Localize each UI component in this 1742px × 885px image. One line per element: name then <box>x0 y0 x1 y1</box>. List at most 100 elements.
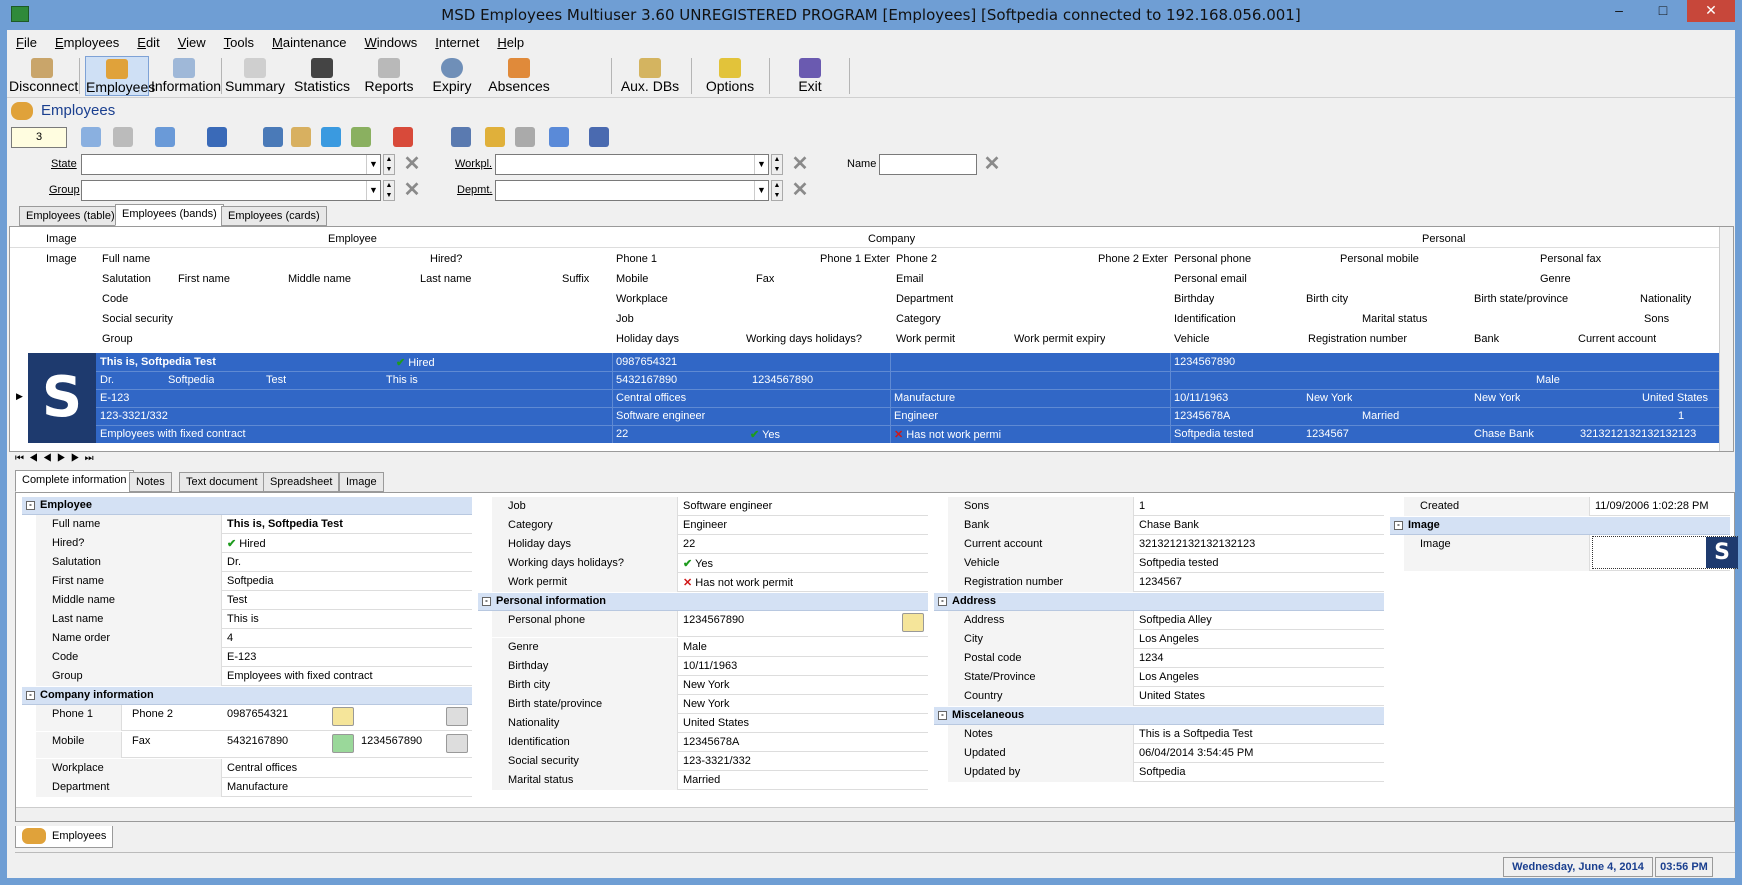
search-icon[interactable] <box>549 127 569 147</box>
information-button[interactable]: Information <box>151 56 221 96</box>
col-work-permit[interactable]: Work permit <box>896 333 955 345</box>
prop-vehicle[interactable]: Vehicle Softpedia tested <box>948 554 1384 573</box>
menu-internet[interactable]: Internet <box>426 30 488 55</box>
depmt-select[interactable]: ▼ <box>495 180 769 201</box>
prop-birth-state[interactable]: Birth state/province New York <box>492 695 928 714</box>
fax-icon[interactable] <box>446 734 468 753</box>
tab-complete-information[interactable]: Complete information <box>15 470 134 492</box>
chevron-down-icon[interactable]: ▼ <box>366 155 380 174</box>
col-birthday[interactable]: Birthday <box>1174 293 1214 305</box>
col-birth-state[interactable]: Birth state/province <box>1474 293 1568 305</box>
prop-updated[interactable]: Updated 06/04/2014 3:54:45 PM <box>948 744 1384 763</box>
edit-record-icon[interactable] <box>81 127 101 147</box>
prop-image[interactable]: Image S <box>1404 535 1738 571</box>
tab-image[interactable]: Image <box>339 472 384 492</box>
name-input[interactable] <box>879 154 977 175</box>
col-phone2[interactable]: Phone 2 <box>896 253 937 265</box>
copy-record-icon[interactable] <box>351 127 371 147</box>
col-full-name[interactable]: Full name <box>102 253 150 265</box>
prop-mobile-fax[interactable]: Mobile Fax 5432167890 1234567890 <box>36 732 472 758</box>
col-personal-fax[interactable]: Personal fax <box>1540 253 1601 265</box>
prop-work-permit[interactable]: Work permit ✕ Has not work permit <box>492 573 928 592</box>
state-spinner[interactable]: ▲ ▼ <box>383 154 395 175</box>
prop-updated-by[interactable]: Updated by Softpedia <box>948 763 1384 782</box>
prop-genre[interactable]: Genre Male <box>492 638 928 657</box>
col-phone1[interactable]: Phone 1 <box>616 253 657 265</box>
print-icon[interactable] <box>451 127 471 147</box>
menu-tools[interactable]: Tools <box>215 30 263 55</box>
tab-employees-table[interactable]: Employees (table) <box>19 206 122 226</box>
group-icon[interactable] <box>485 127 505 147</box>
prop-nationality[interactable]: Nationality United States <box>492 714 928 733</box>
edit-pencil-icon[interactable] <box>291 127 311 147</box>
col-bank[interactable]: Bank <box>1474 333 1499 345</box>
col-first-name[interactable]: First name <box>178 273 230 285</box>
prop-holiday-days[interactable]: Holiday days 22 <box>492 535 928 554</box>
col-image[interactable]: Image <box>46 253 77 265</box>
prop-salutation[interactable]: Salutation Dr. <box>36 553 472 572</box>
prop-created[interactable]: Created 11/09/2006 1:02:28 PM <box>1404 497 1730 516</box>
aux-dbs-button[interactable]: Aux. DBs <box>617 56 683 96</box>
prop-sons[interactable]: Sons 1 <box>948 497 1384 516</box>
menu-file[interactable]: File <box>7 30 46 55</box>
prop-marital-status[interactable]: Marital status Married <box>492 771 928 790</box>
minimize-button[interactable]: – <box>1597 0 1641 22</box>
phone-dial-icon[interactable] <box>902 613 924 632</box>
tab-employees-cards[interactable]: Employees (cards) <box>221 206 327 226</box>
col-workplace[interactable]: Workplace <box>616 293 668 305</box>
prop-notes[interactable]: Notes This is a Softpedia Test <box>948 725 1384 744</box>
options-button[interactable]: Options <box>701 56 759 96</box>
menu-help[interactable]: Help <box>488 30 533 55</box>
prop-category[interactable]: Category Engineer <box>492 516 928 535</box>
menu-view[interactable]: View <box>169 30 215 55</box>
group-company-information[interactable]: - Company information <box>22 687 472 705</box>
prop-postal-code[interactable]: Postal code 1234 <box>948 649 1384 668</box>
col-sons[interactable]: Sons <box>1644 313 1669 325</box>
tab-text-document[interactable]: Text document <box>179 472 265 492</box>
col-genre[interactable]: Genre <box>1540 273 1571 285</box>
group-employee[interactable]: - Employee <box>22 497 472 515</box>
col-nationality[interactable]: Nationality <box>1640 293 1691 305</box>
col-holiday-days[interactable]: Holiday days <box>616 333 679 345</box>
col-category[interactable]: Category <box>896 313 941 325</box>
col-vehicle[interactable]: Vehicle <box>1174 333 1209 345</box>
col-social-security[interactable]: Social security <box>102 313 173 325</box>
prop-job[interactable]: Job Software engineer <box>492 497 928 516</box>
col-suffix[interactable]: Suffix <box>562 273 589 285</box>
group-personal-information[interactable]: - Personal information <box>478 593 928 611</box>
col-middle-name[interactable]: Middle name <box>288 273 351 285</box>
prop-first-name[interactable]: First name Softpedia <box>36 572 472 591</box>
prop-hired[interactable]: Hired? ✔ Hired <box>36 534 472 553</box>
monitor-icon[interactable] <box>263 127 283 147</box>
prop-working-days-holidays[interactable]: Working days holidays? ✔ Yes <box>492 554 928 573</box>
add-record-icon[interactable] <box>321 127 341 147</box>
prop-birthday[interactable]: Birthday 10/11/1963 <box>492 657 928 676</box>
col-mobile[interactable]: Mobile <box>616 273 648 285</box>
prop-code[interactable]: Code E-123 <box>36 648 472 667</box>
maximize-button[interactable]: □ <box>1641 0 1685 22</box>
col-birth-city[interactable]: Birth city <box>1306 293 1348 305</box>
close-button[interactable]: ✕ <box>1687 0 1735 22</box>
record-counter[interactable]: 3 <box>11 127 67 148</box>
disconnect-button[interactable]: Disconnect <box>9 56 78 96</box>
exit-button[interactable]: Exit <box>781 56 839 96</box>
prop-department[interactable]: Department Manufacture <box>36 778 472 797</box>
state-select[interactable]: ▼ <box>81 154 381 175</box>
expiry-button[interactable]: Expiry <box>425 56 479 96</box>
prop-group[interactable]: Group Employees with fixed contract <box>36 667 472 686</box>
delete-record-icon[interactable] <box>393 127 413 147</box>
col-last-name[interactable]: Last name <box>420 273 471 285</box>
clear-depmt-icon[interactable]: ✕ <box>789 180 811 201</box>
clear-group-icon[interactable]: ✕ <box>401 180 423 201</box>
mobile-phone-icon[interactable] <box>332 734 354 753</box>
selected-record[interactable]: This is, Softpedia Test ✔ Hired 09876543… <box>96 353 1728 443</box>
menu-windows[interactable]: Windows <box>355 30 426 55</box>
prop-workplace[interactable]: Workplace Central offices <box>36 759 472 778</box>
col-email[interactable]: Email <box>896 273 924 285</box>
prop-phones[interactable]: Phone 1 Phone 2 0987654321 <box>36 705 472 731</box>
clear-name-icon[interactable]: ✕ <box>981 154 1003 175</box>
group-image[interactable]: - Image <box>1390 517 1730 535</box>
prop-name-order[interactable]: Name order 4 <box>36 629 472 648</box>
tab-employees-bands[interactable]: Employees (bands) <box>115 204 224 226</box>
group-address[interactable]: - Address <box>934 593 1384 611</box>
